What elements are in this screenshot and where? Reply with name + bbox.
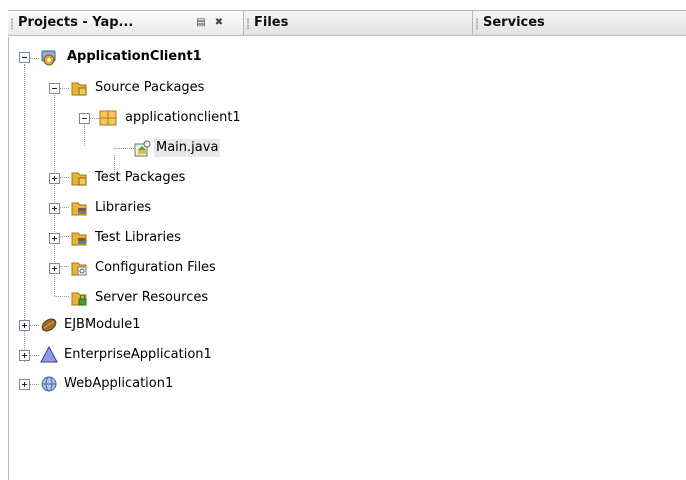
tab-bar: Projects - Yap... ▤ ✖ Files Services [8,10,686,36]
configuration-files-icon [71,262,87,276]
collapse-icon[interactable] [49,83,60,94]
collapse-icon[interactable] [19,52,30,63]
expand-icon[interactable] [19,379,30,390]
tree-node-libraries[interactable]: Libraries [9,197,309,221]
node-label: Server Resources [95,290,209,305]
java-file-icon [134,140,151,157]
test-libraries-icon [71,232,87,246]
libraries-icon [71,202,87,216]
project-tree[interactable]: ApplicationClient1 Source Packages appli… [8,37,686,480]
node-label: Test Packages [95,170,186,185]
node-label: Source Packages [95,80,205,95]
application-client-icon [41,50,56,66]
tree-node-server-resources[interactable]: Server Resources [9,287,309,311]
minimize-icon[interactable]: ▤ [195,18,207,28]
tree-node-package[interactable]: applicationclient1 [9,107,309,131]
node-label: EnterpriseApplication1 [64,347,212,362]
tree-node-enterprise-application1[interactable]: EnterpriseApplication1 [9,345,329,369]
web-application-icon [41,376,57,392]
tree-node-test-libraries[interactable]: Test Libraries [9,227,309,251]
tree-node-source-packages[interactable]: Source Packages [9,77,309,101]
tree-node-configuration-files[interactable]: Configuration Files [9,257,309,281]
tab-grip[interactable] [11,18,13,29]
node-label: Configuration Files [95,260,216,275]
test-packages-icon [71,172,87,186]
tab-files[interactable]: Files [244,11,473,35]
tree-node-applicationclient1[interactable]: ApplicationClient1 [9,47,309,71]
package-icon [99,110,117,126]
enterprise-application-icon [40,346,58,363]
node-label: ApplicationClient1 [67,49,202,64]
tree-node-test-packages[interactable]: Test Packages [9,167,309,191]
tree-node-main-java[interactable]: Main.java [9,137,309,161]
source-packages-icon [71,82,87,96]
node-label: Libraries [95,200,152,215]
server-resources-icon [71,292,87,306]
tab-grip[interactable] [476,18,478,29]
collapse-icon[interactable] [79,113,90,124]
expand-icon[interactable] [19,350,30,361]
tab-services-label: Services [483,15,545,30]
tab-projects[interactable]: Projects - Yap... ▤ ✖ [8,11,244,35]
tab-grip[interactable] [247,18,249,29]
tab-services[interactable]: Services [473,11,686,35]
expand-icon[interactable] [49,203,60,214]
node-label: WebApplication1 [64,376,174,391]
node-label: EJBModule1 [64,317,141,332]
node-label: Main.java [154,139,221,157]
expand-icon[interactable] [49,233,60,244]
ejb-module-icon [41,318,57,332]
tree-node-webapplication1[interactable]: WebApplication1 [9,374,309,398]
expand-icon[interactable] [49,173,60,184]
tab-files-label: Files [254,15,289,30]
tab-projects-label: Projects - Yap... [18,15,134,30]
tree-node-ejbmodule1[interactable]: EJBModule1 [9,315,309,339]
node-label: applicationclient1 [125,110,241,125]
expand-icon[interactable] [19,320,30,331]
node-label: Test Libraries [95,230,181,245]
expand-icon[interactable] [49,263,60,274]
close-icon[interactable]: ✖ [213,18,225,28]
